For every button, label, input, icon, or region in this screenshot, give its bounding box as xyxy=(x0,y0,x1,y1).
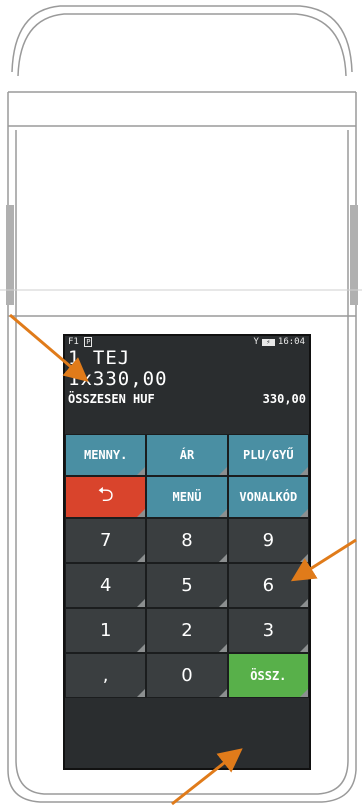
key-1[interactable]: 1 xyxy=(65,608,147,653)
status-left: F1 P xyxy=(68,336,93,348)
battery-icon: ⚡ xyxy=(261,338,275,346)
back-arrow-icon: ⮌ xyxy=(97,482,114,506)
signal-icon: Y xyxy=(253,337,259,347)
item-qty-price: 1x330,00 xyxy=(68,368,168,390)
key-2[interactable]: 2 xyxy=(146,608,228,653)
quantity-button[interactable]: MENNY. xyxy=(65,434,147,476)
key-comma[interactable]: , xyxy=(65,653,147,698)
key-5[interactable]: 5 xyxy=(146,563,228,608)
sum-button[interactable]: ÖSSZ. xyxy=(227,653,309,698)
status-right: Y ⚡ 16:04 xyxy=(253,336,305,348)
total-row: ÖSSZESEN HUF 330,00 xyxy=(65,390,309,408)
key-3[interactable]: 3 xyxy=(227,608,309,653)
item-name: 1 TEJ xyxy=(68,347,131,369)
function-indicator: F1 xyxy=(68,337,79,347)
key-4[interactable]: 4 xyxy=(65,563,147,608)
key-0[interactable]: 0 xyxy=(146,653,228,698)
price-button[interactable]: ÁR xyxy=(146,434,228,476)
key-8[interactable]: 8 xyxy=(146,518,228,563)
plu-button[interactable]: PLU/GYŰ xyxy=(227,434,309,476)
key-9[interactable]: 9 xyxy=(227,518,309,563)
terminal-screen: F1 P Y ⚡ 16:04 1 TEJ 1x330,00 ÖSSZESEN H… xyxy=(63,334,311,770)
status-bar: F1 P Y ⚡ 16:04 xyxy=(65,336,309,348)
back-button[interactable]: ⮌ xyxy=(65,476,147,518)
total-label: ÖSSZESEN HUF xyxy=(68,392,155,406)
barcode-button[interactable]: VONALKÓD xyxy=(227,476,309,518)
menu-button[interactable]: MENÜ xyxy=(146,476,228,518)
key-7[interactable]: 7 xyxy=(65,518,147,563)
printer-badge-icon: P xyxy=(84,337,93,347)
key-6[interactable]: 6 xyxy=(227,563,309,608)
keypad: MENNY. ÁR PLU/GYŰ ⮌ MENÜ VONALKÓD 7 8 9 … xyxy=(65,434,309,698)
total-value: 330,00 xyxy=(262,392,306,406)
clock: 16:04 xyxy=(277,337,305,347)
